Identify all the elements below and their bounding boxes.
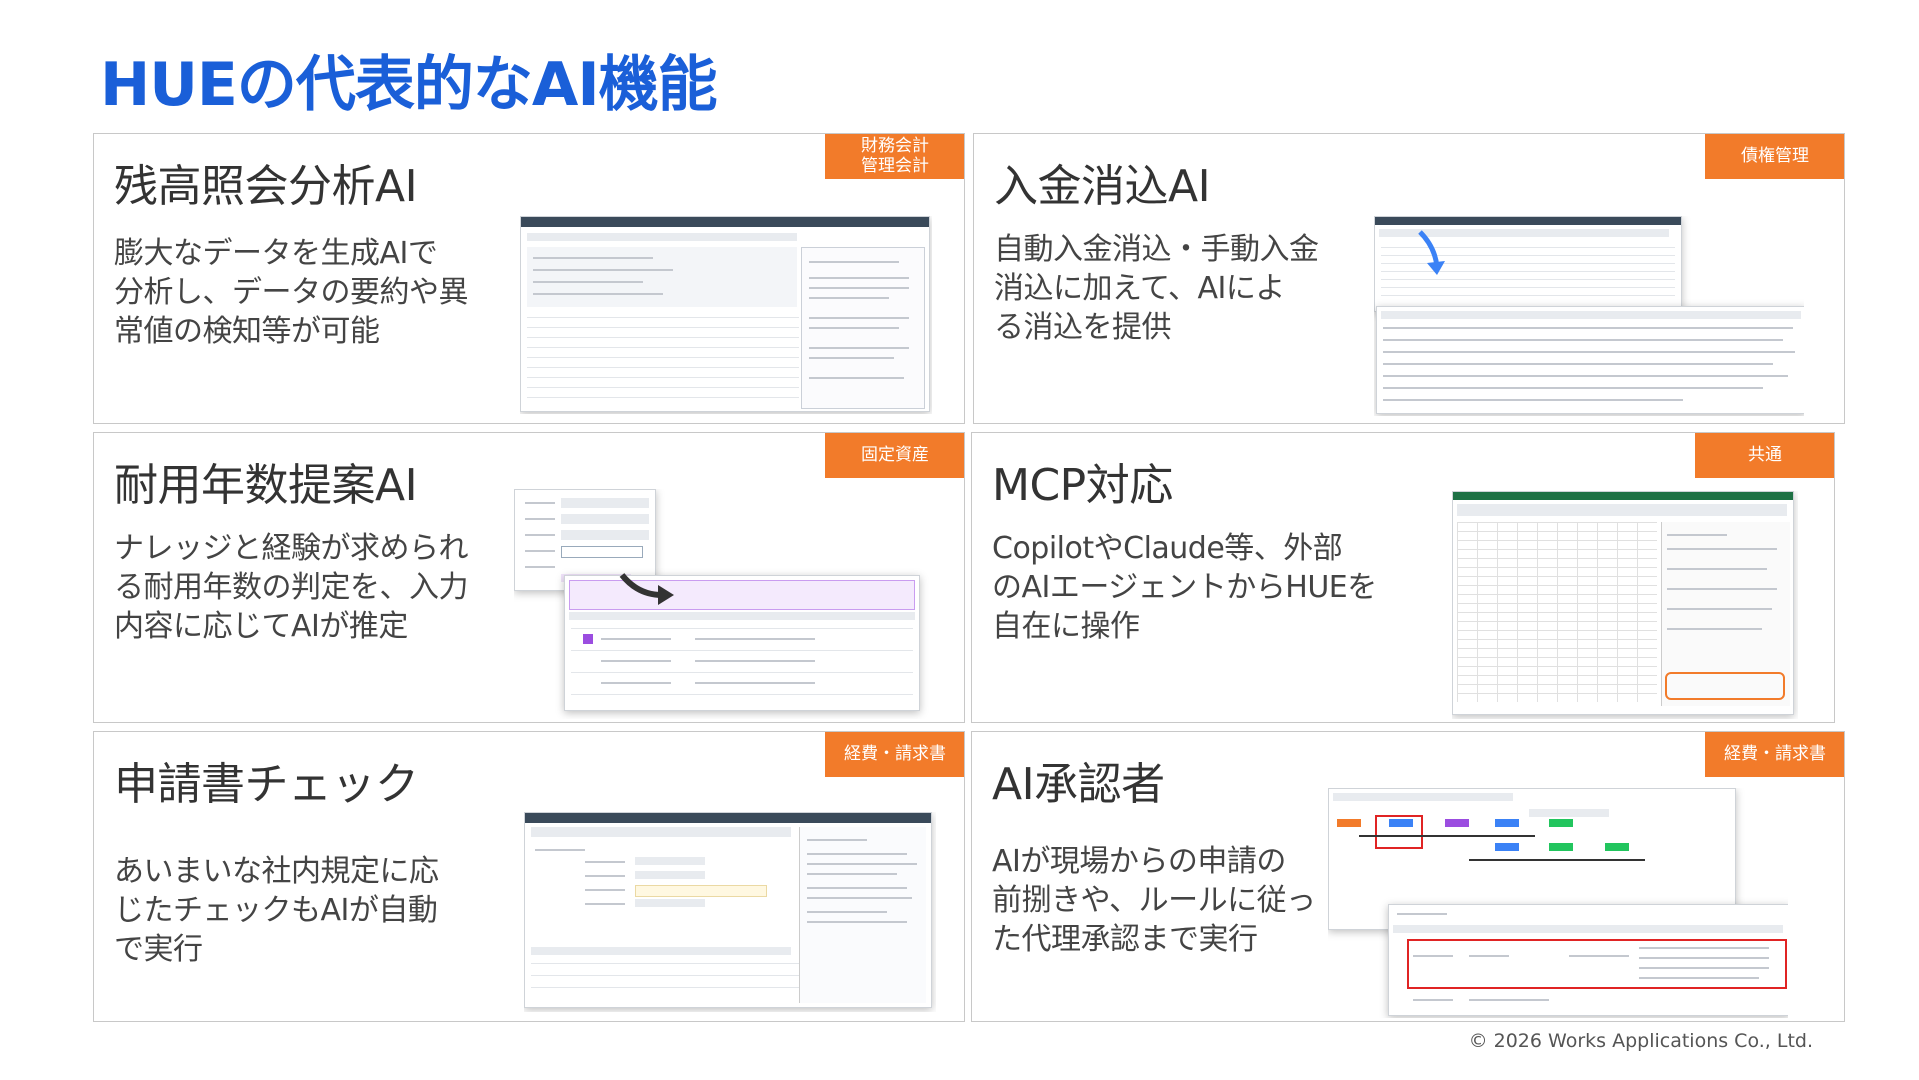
screenshot-thumbnail — [1452, 491, 1798, 719]
card-title: 申請書チェック — [114, 759, 419, 810]
page-title: HUEの代表的なAI機能 — [100, 50, 718, 120]
card-title: 残高照会分析AI — [114, 161, 418, 212]
card-application-check: 経費・請求書 申請書チェック あいまいな社内規定に応 じたチェックもAIが自動 … — [93, 731, 965, 1022]
category-tag: 共通 — [1695, 433, 1834, 478]
card-description: 膨大なデータを生成AIで 分析し、データの要約や異 常値の検知等が可能 — [114, 236, 469, 349]
screenshot-thumbnail — [514, 489, 934, 719]
card-title: 入金消込AI — [994, 161, 1211, 212]
card-ai-approver: 経費・請求書 AI承認者 AIが現場からの申請の 前捌きや、ルールに従っ た代理… — [971, 731, 1845, 1022]
screenshot-thumbnail — [524, 812, 936, 1012]
card-payment-matching-ai: 債権管理 入金消込AI 自動入金消込・手動入金 消込に加えて、AIによ る消込を… — [973, 133, 1845, 424]
card-description: ナレッジと経験が求められ る耐用年数の判定を、入力 内容に応じてAIが推定 — [114, 531, 469, 644]
category-tag: 経費・請求書 — [1705, 732, 1844, 777]
card-description: AIが現場からの申請の 前捌きや、ルールに従っ た代理承認まで実行 — [992, 844, 1316, 957]
card-useful-life-ai: 固定資産 耐用年数提案AI ナレッジと経験が求められ る耐用年数の判定を、入力 … — [93, 432, 965, 723]
card-title: 耐用年数提案AI — [114, 460, 418, 511]
screenshot-thumbnail — [520, 216, 932, 414]
category-tag: 固定資産 — [825, 433, 964, 478]
card-title: MCP対応 — [992, 460, 1173, 511]
card-title: AI承認者 — [992, 759, 1165, 810]
copyright: © 2026 Works Applications Co., Ltd. — [1468, 1030, 1813, 1052]
card-balance-analysis-ai: 財務会計 管理会計 残高照会分析AI 膨大なデータを生成AIで 分析し、データの… — [93, 133, 965, 424]
card-description: あいまいな社内規定に応 じたチェックもAIが自動 で実行 — [114, 854, 439, 967]
card-description: CopilotやClaude等、外部 のAIエージェントからHUEを 自在に操作 — [992, 531, 1377, 644]
category-tag: 債権管理 — [1705, 134, 1844, 179]
screenshot-thumbnail — [1374, 216, 1804, 416]
card-mcp-support: 共通 MCP対応 CopilotやClaude等、外部 のAIエージェントからH… — [971, 432, 1835, 723]
category-tag: 経費・請求書 — [825, 732, 964, 777]
screenshot-thumbnail — [1328, 788, 1788, 1018]
category-tag: 財務会計 管理会計 — [825, 134, 964, 179]
card-description: 自動入金消込・手動入金 消込に加えて、AIによ る消込を提供 — [994, 232, 1319, 345]
